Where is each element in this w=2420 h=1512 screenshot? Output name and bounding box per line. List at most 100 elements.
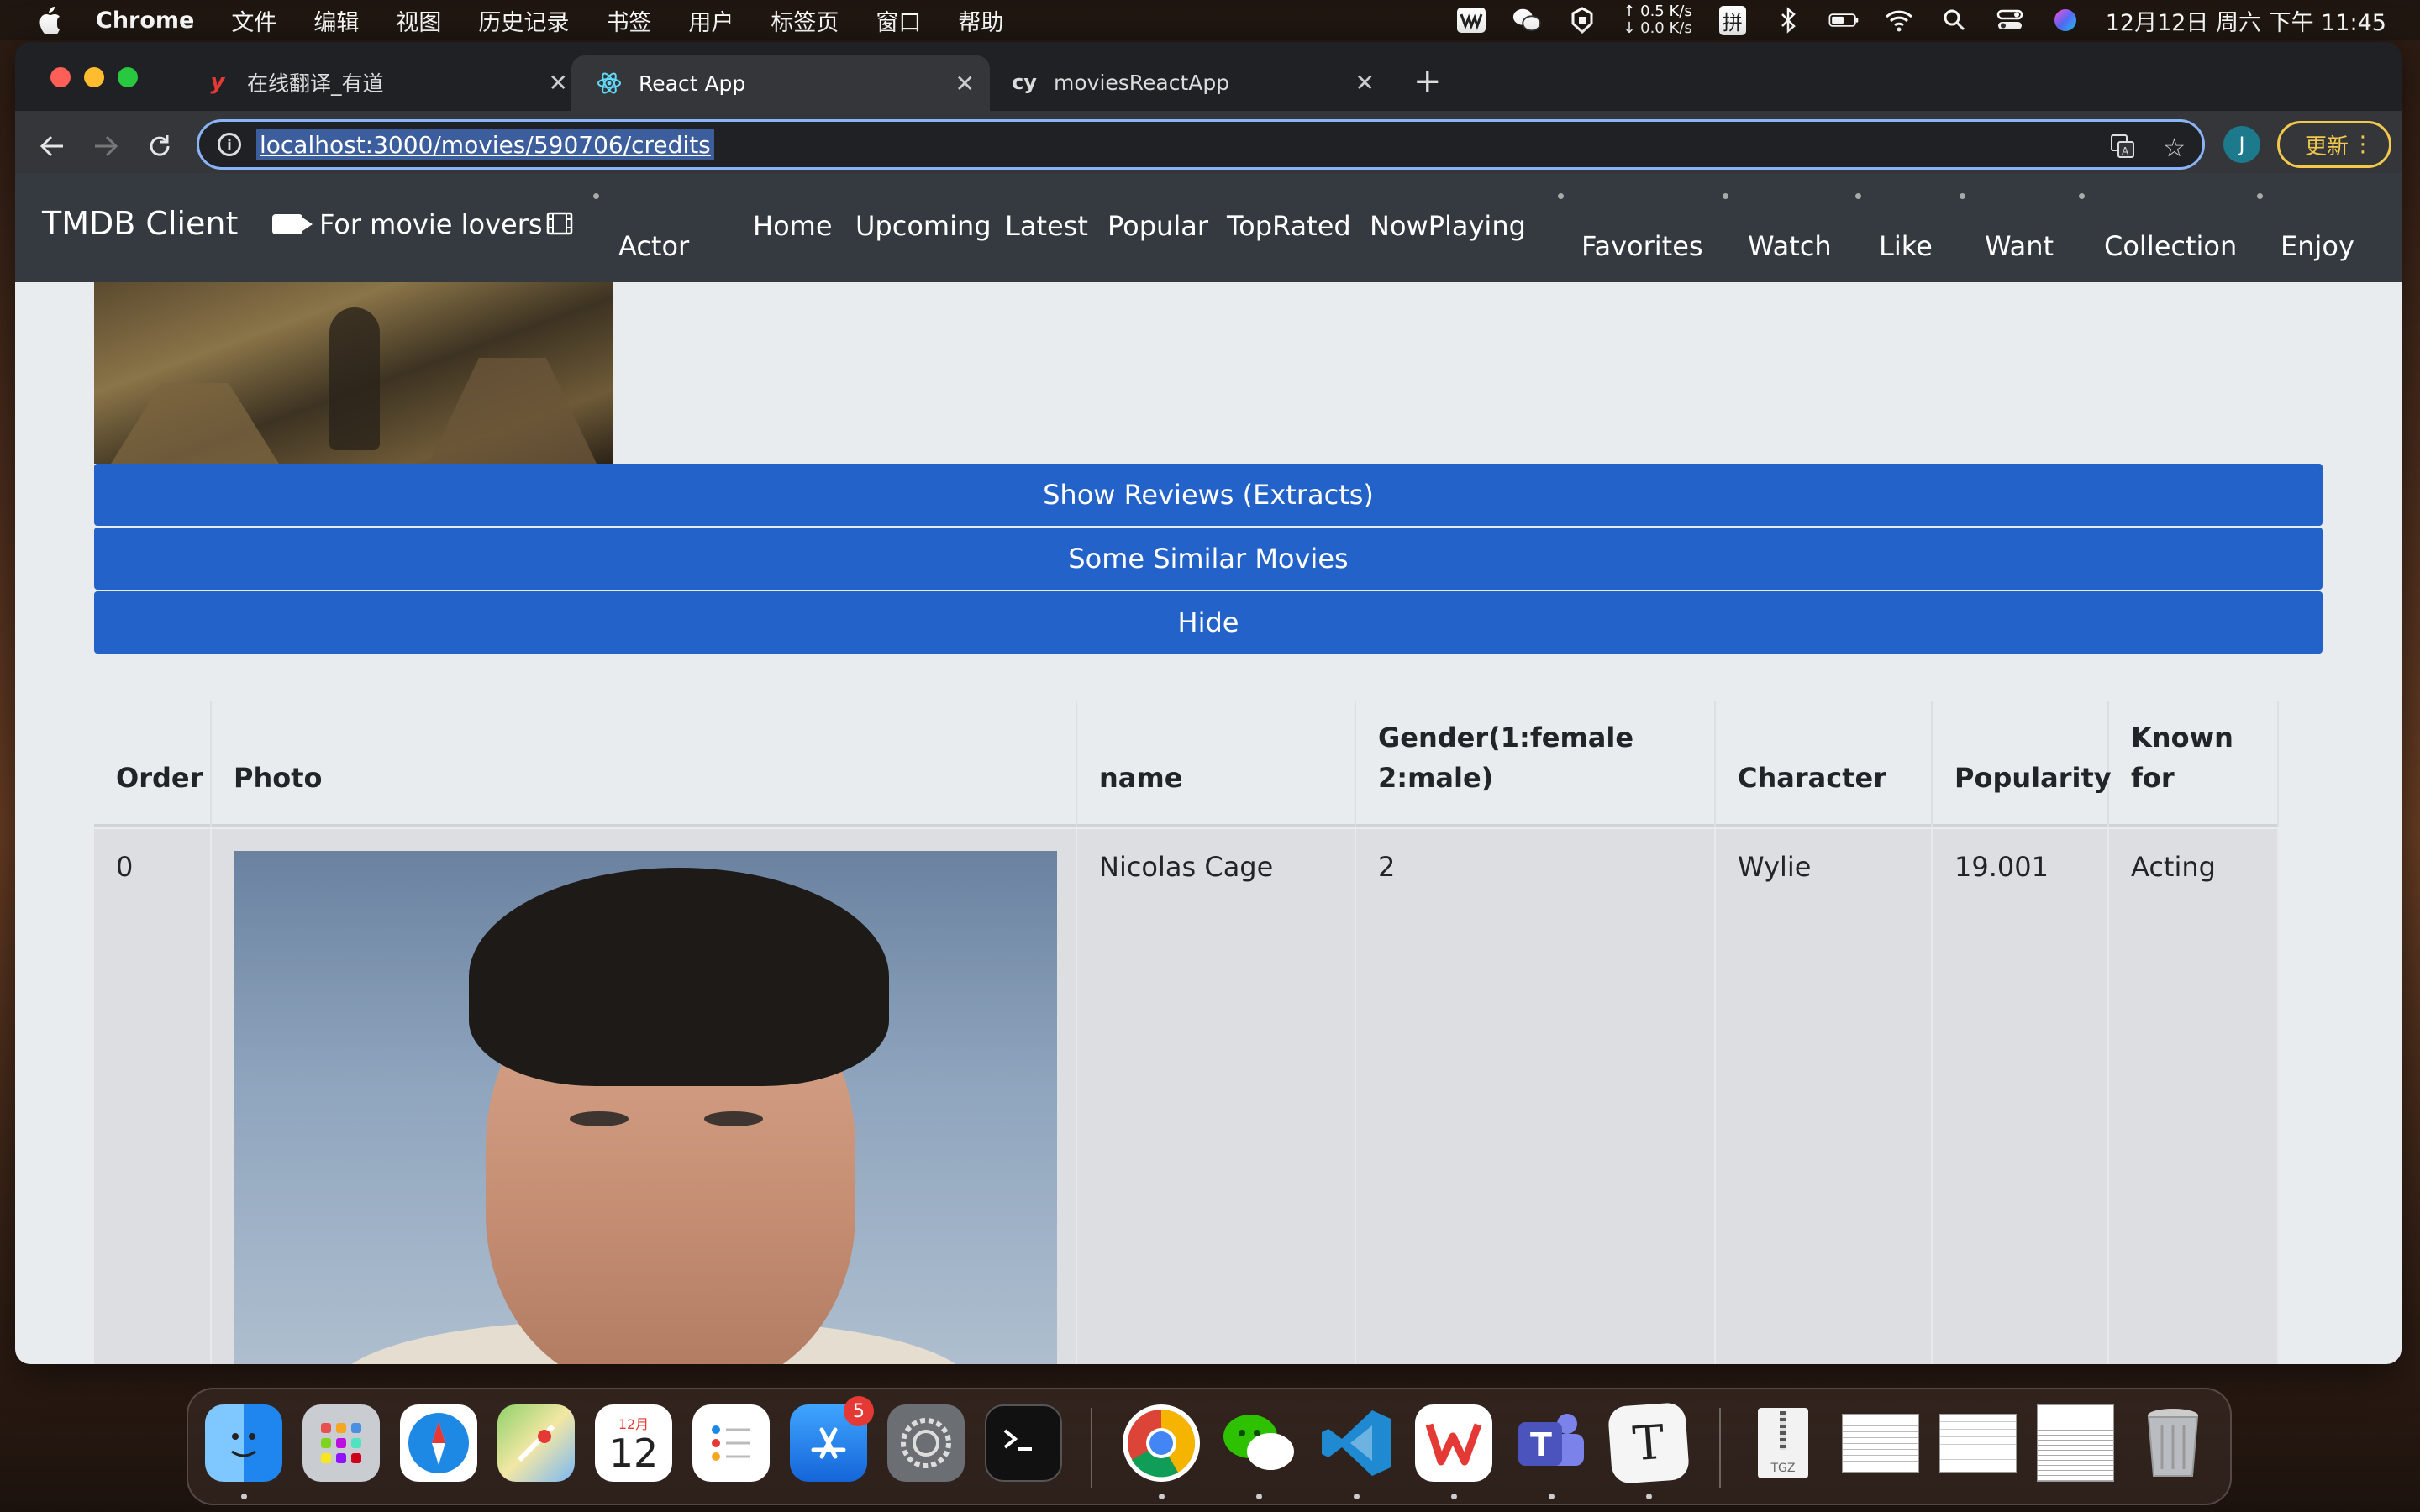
nav-link-enjoy[interactable]: Enjoy bbox=[2281, 230, 2354, 262]
reminders-icon[interactable] bbox=[692, 1404, 770, 1482]
show-reviews-button[interactable]: Show Reviews (Extracts) bbox=[94, 464, 2323, 526]
spotlight-search-icon[interactable] bbox=[1939, 7, 1970, 34]
nav-link-nowplaying[interactable]: NowPlaying bbox=[1370, 210, 1526, 242]
network-speed: ↑ 0.5 K/s ↓ 0.0 K/s bbox=[1623, 3, 1691, 37]
system-preferences-icon[interactable] bbox=[887, 1404, 965, 1482]
control-center-icon[interactable] bbox=[1995, 7, 2025, 34]
nav-link-favorites[interactable]: Favorites bbox=[1581, 230, 1703, 262]
vscode-icon[interactable] bbox=[1318, 1404, 1395, 1482]
macos-dock: 12月 12 5 T T TGZ bbox=[187, 1388, 2232, 1505]
terminal-icon[interactable] bbox=[985, 1404, 1062, 1482]
document-thumbnail-icon[interactable] bbox=[1842, 1404, 1919, 1482]
app-store-icon[interactable]: 5 bbox=[790, 1396, 874, 1482]
tab-youdao-title: 在线翻译_有道 bbox=[247, 71, 384, 96]
vpn-status-icon[interactable] bbox=[1567, 7, 1597, 34]
update-button-label: 更新 bbox=[2305, 134, 2349, 160]
menu-user[interactable]: 用户 bbox=[688, 4, 734, 37]
translate-icon[interactable]: A bbox=[2110, 134, 2135, 165]
wifi-icon[interactable] bbox=[1884, 7, 1914, 34]
nav-link-toprated[interactable]: TopRated bbox=[1227, 210, 1351, 242]
minimize-window-button[interactable] bbox=[84, 67, 104, 87]
wechat-status-icon[interactable] bbox=[1512, 7, 1542, 34]
menu-view[interactable]: 视图 bbox=[396, 4, 441, 37]
web-page: TMDB Client For movie lovers Actor Home … bbox=[15, 173, 2402, 1364]
cell-photo bbox=[212, 829, 1077, 1364]
input-method-icon[interactable]: 拼 bbox=[1718, 5, 1748, 35]
maps-icon[interactable] bbox=[497, 1404, 575, 1482]
menu-bookmarks[interactable]: 书签 bbox=[606, 4, 651, 37]
menu-history[interactable]: 历史记录 bbox=[478, 4, 569, 37]
launchpad-icon[interactable] bbox=[302, 1404, 380, 1482]
tab-react-app-title: React App bbox=[639, 71, 746, 96]
bluetooth-icon[interactable] bbox=[1773, 7, 1803, 34]
nav-link-home[interactable]: Home bbox=[753, 210, 833, 242]
nav-link-latest[interactable]: Latest bbox=[1005, 210, 1088, 242]
wechat-icon[interactable] bbox=[1220, 1404, 1297, 1482]
close-window-button[interactable] bbox=[50, 67, 71, 87]
wps-office-icon[interactable] bbox=[1415, 1404, 1492, 1482]
safari-icon[interactable] bbox=[400, 1404, 477, 1482]
cell-known-for: Acting bbox=[2109, 829, 2279, 1364]
menu-file[interactable]: 文件 bbox=[231, 4, 276, 37]
dock-separator bbox=[1091, 1408, 1092, 1488]
tab-youdao[interactable]: y 在线翻译_有道 ✕ bbox=[180, 55, 583, 109]
net-up-speed: ↑ 0.5 K/s bbox=[1623, 3, 1692, 20]
nav-dot bbox=[1558, 193, 1564, 199]
address-bar[interactable]: i localhost:3000/movies/590706/credits A… bbox=[197, 119, 2205, 170]
menu-app-name[interactable]: Chrome bbox=[96, 8, 194, 34]
finder-icon[interactable] bbox=[205, 1404, 282, 1482]
document-thumbnail-icon[interactable] bbox=[2037, 1404, 2114, 1482]
nav-link-collection[interactable]: Collection bbox=[2104, 230, 2237, 262]
macos-menu-bar: Chrome 文件 编辑 视图 历史记录 书签 用户 标签页 窗口 帮助 ↑ 0… bbox=[0, 0, 2420, 40]
address-bar-url[interactable]: localhost:3000/movies/590706/credits bbox=[256, 129, 714, 160]
hide-button[interactable]: Hide bbox=[94, 591, 2323, 654]
menubar-clock[interactable]: 12月12日 周六 下午 11:45 bbox=[2106, 4, 2386, 37]
running-indicator bbox=[1159, 1494, 1165, 1499]
nav-link-actor[interactable]: Actor bbox=[618, 230, 689, 262]
bookmark-star-icon[interactable]: ☆ bbox=[2163, 134, 2186, 163]
document-thumbnail-icon[interactable] bbox=[1939, 1404, 2017, 1482]
trash-icon[interactable] bbox=[2134, 1404, 2212, 1482]
nav-link-popular[interactable]: Popular bbox=[1107, 210, 1208, 242]
nav-link-like[interactable]: Like bbox=[1879, 230, 1933, 262]
calendar-icon[interactable]: 12月 12 bbox=[595, 1404, 672, 1482]
update-button[interactable]: 更新 ⋮ bbox=[2277, 121, 2391, 168]
youdao-favicon-icon: y bbox=[210, 70, 225, 95]
cell-character: Wylie bbox=[1716, 829, 1933, 1364]
new-tab-plus-icon[interactable]: + bbox=[1413, 62, 1442, 101]
archive-file-icon[interactable]: TGZ bbox=[1744, 1404, 1822, 1482]
running-indicator bbox=[241, 1494, 247, 1499]
profile-avatar[interactable]: J bbox=[2223, 126, 2260, 163]
maximize-window-button[interactable] bbox=[118, 67, 138, 87]
similar-movies-button[interactable]: Some Similar Movies bbox=[94, 528, 2323, 590]
tab-close-icon[interactable]: ✕ bbox=[1355, 69, 1375, 97]
forward-arrow-icon[interactable] bbox=[87, 128, 124, 165]
teams-icon[interactable]: T bbox=[1512, 1404, 1590, 1482]
tab-close-icon[interactable]: ✕ bbox=[549, 69, 568, 97]
app-navbar: TMDB Client For movie lovers Actor Home … bbox=[15, 173, 2402, 282]
site-info-icon[interactable]: i bbox=[218, 133, 241, 156]
menu-window[interactable]: 窗口 bbox=[876, 4, 921, 37]
apple-icon[interactable] bbox=[37, 6, 62, 34]
header-known-for: Known for bbox=[2109, 701, 2279, 827]
nav-link-want[interactable]: Want bbox=[1985, 230, 2054, 262]
tab-movies-react-app[interactable]: cy moviesReactApp ✕ bbox=[986, 55, 1390, 109]
tagline: For movie lovers bbox=[272, 208, 543, 240]
siri-icon[interactable] bbox=[2050, 7, 2081, 34]
textedit-icon[interactable]: T bbox=[1607, 1401, 1691, 1485]
tab-react-app[interactable]: React App ✕ bbox=[571, 55, 990, 111]
tab-close-icon[interactable]: ✕ bbox=[955, 70, 975, 97]
nav-dot bbox=[593, 193, 599, 199]
battery-icon[interactable] bbox=[1828, 7, 1859, 34]
wps-status-icon[interactable] bbox=[1456, 7, 1486, 34]
reload-icon[interactable] bbox=[141, 128, 178, 165]
menu-edit[interactable]: 编辑 bbox=[313, 4, 359, 37]
more-menu-icon[interactable]: ⋮ bbox=[2352, 132, 2374, 157]
menu-tabs[interactable]: 标签页 bbox=[771, 4, 839, 37]
nav-link-watch[interactable]: Watch bbox=[1748, 230, 1832, 262]
menu-help[interactable]: 帮助 bbox=[958, 4, 1003, 37]
chrome-icon[interactable] bbox=[1123, 1404, 1200, 1482]
back-arrow-icon[interactable] bbox=[34, 128, 71, 165]
brand-title[interactable]: TMDB Client bbox=[42, 205, 238, 242]
nav-link-upcoming[interactable]: Upcoming bbox=[855, 210, 992, 242]
